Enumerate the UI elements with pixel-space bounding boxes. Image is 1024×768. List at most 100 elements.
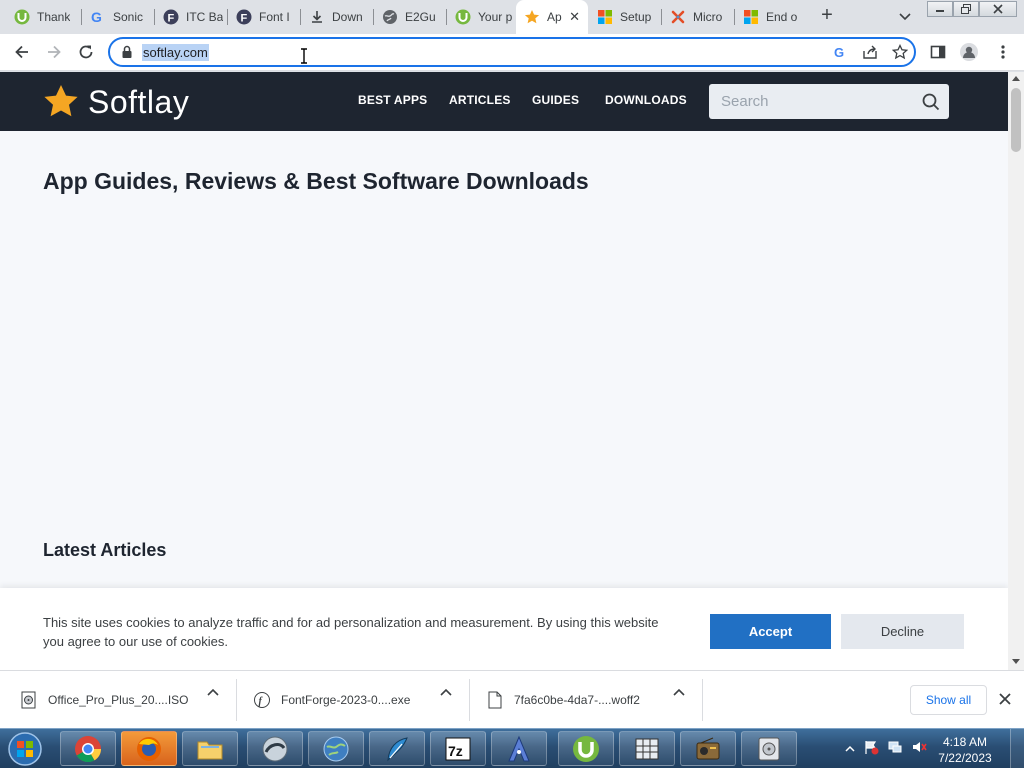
tab-micro[interactable]: Micro	[662, 4, 734, 30]
radio-app-icon	[696, 737, 720, 759]
new-tab-button[interactable]: +	[817, 5, 837, 26]
reload-button[interactable]	[76, 42, 96, 62]
tab-download[interactable]: Down	[301, 4, 373, 30]
scrollbar-thumb[interactable]	[1011, 88, 1021, 152]
taskbar-clock[interactable]: 4:18 AM 7/22/2023	[930, 734, 1000, 766]
profile-avatar[interactable]	[959, 42, 979, 62]
page-scrollbar[interactable]	[1008, 72, 1024, 670]
site-search-input[interactable]	[709, 84, 909, 119]
grid-app-icon	[635, 738, 659, 759]
download-icon	[309, 9, 325, 25]
scroll-up-arrow-icon[interactable]	[1012, 75, 1020, 81]
chevron-up-icon[interactable]	[439, 685, 453, 699]
taskbar-chrome[interactable]	[60, 731, 116, 766]
taskbar-vector-app[interactable]	[491, 731, 547, 766]
nav-best-apps[interactable]: BEST APPS	[358, 93, 427, 107]
tab-end[interactable]: End o	[735, 4, 805, 30]
scroll-down-arrow-icon[interactable]	[1012, 659, 1020, 665]
text-cursor-icon	[301, 48, 307, 64]
google-lens-icon[interactable]: G	[832, 44, 848, 65]
generic-file-icon	[488, 691, 502, 709]
back-button[interactable]	[12, 42, 32, 62]
download-item-woff2[interactable]: 7fa6c0be-4da7-....woff2	[486, 679, 640, 721]
tab-setup[interactable]: Setup	[589, 4, 661, 30]
svg-text:F: F	[168, 13, 175, 25]
url-text[interactable]: softlay.com	[142, 44, 209, 61]
utorrent-icon	[573, 735, 599, 762]
start-button[interactable]	[4, 730, 46, 768]
taskbar-radio-app[interactable]	[680, 731, 736, 766]
forward-button[interactable]	[44, 42, 64, 62]
restore-window-button[interactable]	[953, 1, 979, 17]
utorrent-icon	[14, 9, 30, 25]
folder-icon	[197, 741, 223, 759]
site-logo[interactable]: Softlay	[42, 83, 189, 121]
download-item-fontforge[interactable]: f FontForge-2023-0....exe	[253, 679, 410, 721]
system-tray	[845, 739, 927, 760]
iso-file-icon	[21, 691, 36, 709]
share-icon[interactable]	[862, 44, 878, 65]
taskbar-globe-app[interactable]	[308, 731, 364, 766]
page-viewport: Softlay BEST APPS ARTICLES GUIDES DOWNLO…	[0, 72, 1008, 670]
svg-text:G: G	[834, 45, 844, 60]
tab-search-chevron-icon[interactable]	[897, 8, 913, 24]
tab-softlay-active[interactable]: Ap ✕	[516, 0, 588, 34]
taskbar-7zip[interactable]: 7z	[430, 731, 486, 766]
bookmark-star-icon[interactable]	[891, 43, 909, 65]
download-shelf: Office_Pro_Plus_20....ISO f FontForge-20…	[0, 670, 1024, 728]
minimize-window-button[interactable]	[927, 1, 953, 17]
tray-expand-icon[interactable]	[845, 741, 855, 759]
windows-start-orb-icon	[8, 732, 42, 766]
accept-cookies-button[interactable]: Accept	[710, 614, 831, 649]
download-item-office[interactable]: Office_Pro_Plus_20....ISO	[20, 679, 189, 721]
tab-thank[interactable]: Thank	[6, 4, 78, 30]
tab-strip: Thank G Sonic F ITC Ba F Font I Down E2G…	[0, 0, 1024, 34]
utorrent-icon	[455, 9, 471, 25]
nav-downloads[interactable]: DOWNLOADS	[605, 93, 687, 107]
show-all-downloads-button[interactable]: Show all	[910, 685, 987, 715]
taskbar-feather-app[interactable]	[369, 731, 425, 766]
clock-time: 4:18 AM	[942, 735, 988, 749]
logo-star-icon	[44, 85, 78, 117]
network-icon[interactable]	[887, 739, 903, 760]
latest-articles-heading: Latest Articles	[43, 540, 167, 560]
globe-icon	[382, 9, 398, 25]
taskbar-file-explorer[interactable]	[182, 731, 238, 766]
close-window-button[interactable]	[979, 1, 1017, 17]
tab-e2gu[interactable]: E2Gu	[374, 4, 446, 30]
taskbar-disk-app[interactable]	[741, 731, 797, 766]
feather-icon	[387, 736, 408, 761]
close-download-shelf-icon[interactable]	[998, 692, 1012, 706]
menu-kebab-icon[interactable]	[993, 42, 1013, 62]
volume-muted-icon[interactable]	[911, 739, 927, 760]
cookie-banner: This site uses cookies to analyze traffi…	[0, 588, 1008, 670]
side-panel-icon[interactable]	[928, 42, 948, 62]
microsoft-icon	[743, 9, 759, 25]
taskbar-utorrent[interactable]	[558, 731, 614, 766]
tab-font[interactable]: F Font I	[228, 4, 300, 30]
svg-text:G: G	[91, 9, 102, 25]
chrome-icon	[75, 735, 102, 762]
windows-taskbar: 7z 4:18 AM 7/22/2023	[0, 728, 1024, 768]
taskbar-grid-app[interactable]	[619, 731, 675, 766]
tab-your[interactable]: Your p	[447, 4, 517, 30]
action-center-flag-icon[interactable]	[863, 739, 879, 760]
site-search-box	[709, 84, 949, 119]
sphere-app-icon	[262, 736, 288, 761]
taskbar-firefox[interactable]	[121, 731, 177, 766]
close-tab-icon[interactable]: ✕	[569, 9, 580, 25]
nav-articles[interactable]: ARTICLES	[449, 93, 511, 107]
show-desktop-button[interactable]	[1010, 729, 1024, 768]
decline-cookies-button[interactable]: Decline	[841, 614, 964, 649]
nav-guides[interactable]: GUIDES	[532, 93, 579, 107]
tab-sonic[interactable]: G Sonic	[82, 4, 154, 30]
svg-text:7z: 7z	[448, 743, 463, 759]
chevron-up-icon[interactable]	[206, 685, 220, 699]
browser-toolbar: softlay.com G	[0, 34, 1024, 71]
search-icon[interactable]	[922, 93, 940, 116]
chevron-up-icon[interactable]	[672, 685, 686, 699]
address-bar[interactable]: softlay.com G	[108, 37, 916, 67]
lock-icon[interactable]	[121, 45, 133, 64]
taskbar-app-sphere[interactable]	[247, 731, 303, 766]
tab-itc[interactable]: F ITC Ba	[155, 4, 227, 30]
